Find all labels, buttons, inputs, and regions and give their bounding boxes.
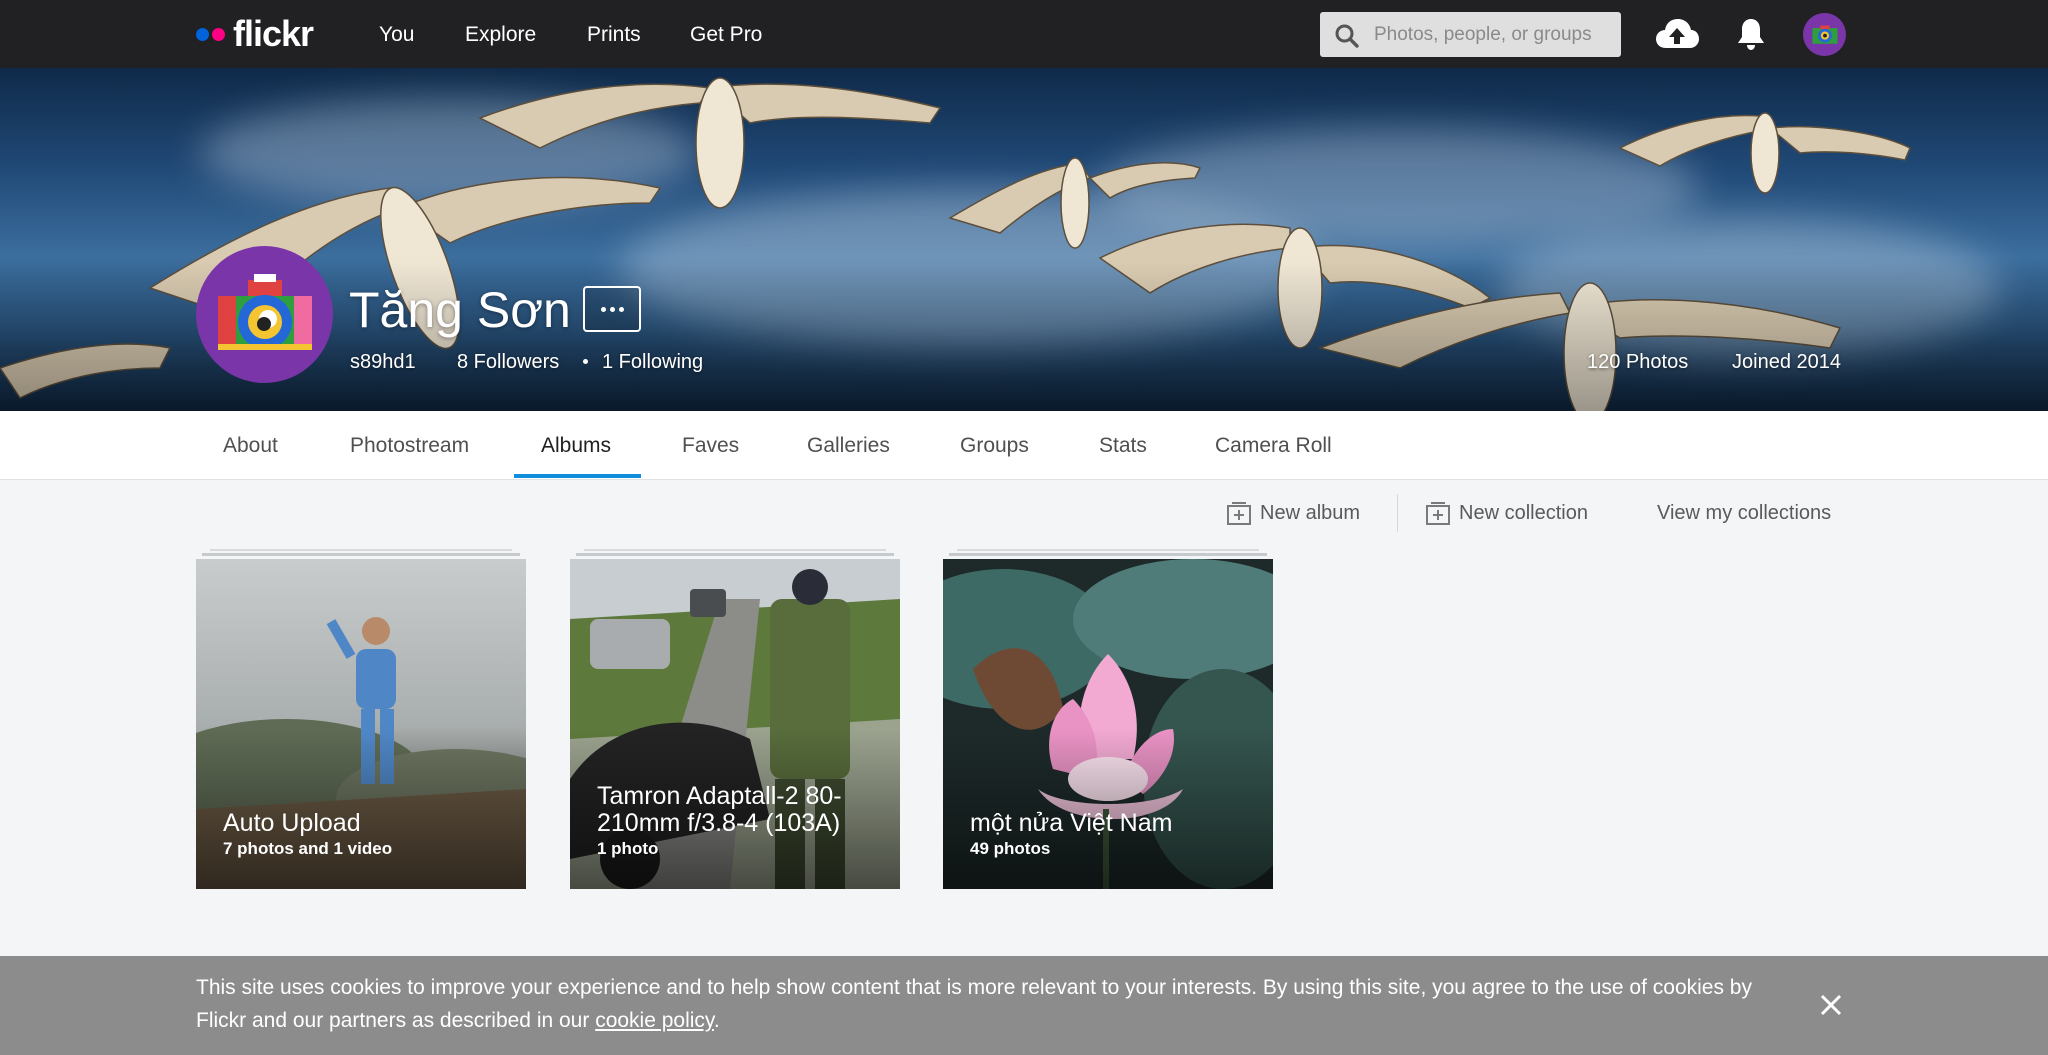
- cookie-message: This site uses cookies to improve your e…: [196, 976, 1752, 1032]
- following-link[interactable]: 1 Following: [602, 350, 703, 374]
- new-collection-label: New collection: [1459, 502, 1588, 524]
- tab-photostream[interactable]: Photostream: [350, 433, 469, 459]
- profile-avatar[interactable]: [196, 246, 333, 383]
- tab-albums[interactable]: Albums: [541, 433, 611, 459]
- search-input[interactable]: [1374, 12, 1609, 57]
- notification-bell-icon[interactable]: [1736, 17, 1766, 51]
- new-album-button[interactable]: New album: [1226, 499, 1360, 527]
- logo-blue-dot: [196, 27, 209, 41]
- album-card[interactable]: một nửa Việt Nam 49 photos: [943, 549, 1273, 889]
- album-title: Auto Upload: [223, 809, 361, 837]
- album-card[interactable]: Tamron Adaptall-2 80-210mm f/3.8-4 (103A…: [570, 549, 900, 889]
- logo-pink-dot: [212, 27, 225, 41]
- camera-avatar-icon: [1812, 25, 1838, 44]
- new-collection-button[interactable]: New collection: [1425, 499, 1588, 527]
- profile-more-options-button[interactable]: [583, 286, 641, 332]
- tab-stats[interactable]: Stats: [1099, 433, 1147, 459]
- album-item-count: 49 photos: [970, 839, 1051, 858]
- tab-groups[interactable]: Groups: [960, 433, 1029, 459]
- tab-camera-roll[interactable]: Camera Roll: [1215, 433, 1332, 459]
- profile-username: s89hd1: [350, 351, 416, 373]
- album-card[interactable]: Auto Upload 7 photos and 1 video: [196, 549, 526, 889]
- camera-avatar-icon: [218, 274, 312, 350]
- upload-cloud-icon[interactable]: [1654, 16, 1700, 52]
- album-item-count: 1 photo: [597, 839, 659, 858]
- profile-tab-bar: About Photostream Albums Faves Galleries…: [0, 411, 2048, 480]
- logo-wordmark: flickr: [233, 13, 314, 54]
- search-box: [1320, 12, 1621, 57]
- tab-about[interactable]: About: [223, 433, 278, 459]
- joined-date: Joined 2014: [1732, 351, 1841, 373]
- active-tab-indicator: [514, 474, 641, 478]
- new-album-icon: [1227, 502, 1251, 525]
- tab-faves[interactable]: Faves: [682, 433, 739, 459]
- cookie-consent-banner: This site uses cookies to improve your e…: [0, 956, 2048, 1055]
- flickr-logo[interactable]: flickr: [196, 13, 314, 54]
- nav-link-prints[interactable]: Prints: [587, 22, 641, 48]
- album-title: Tamron Adaptall-2 80-210mm f/3.8-4 (103A…: [597, 782, 842, 837]
- photo-count: 120 Photos: [1587, 351, 1689, 373]
- top-navigation-bar: flickr You Explore Prints Get Pro: [0, 0, 2048, 68]
- nav-link-get-pro[interactable]: Get Pro: [690, 22, 762, 48]
- close-icon[interactable]: [1816, 990, 1846, 1020]
- album-item-count: 7 photos and 1 video: [223, 839, 393, 858]
- album-title: một nửa Việt Nam: [970, 809, 1173, 837]
- nav-link-explore[interactable]: Explore: [465, 22, 536, 48]
- followers-link[interactable]: 8 Followers: [457, 350, 559, 374]
- nav-link-you[interactable]: You: [379, 22, 414, 48]
- cookie-policy-link[interactable]: cookie policy: [595, 1009, 714, 1032]
- new-collection-icon: [1426, 502, 1450, 525]
- account-avatar[interactable]: [1803, 13, 1846, 56]
- new-album-label: New album: [1260, 502, 1361, 524]
- tab-galleries[interactable]: Galleries: [807, 433, 890, 459]
- separator-dot: [583, 359, 588, 364]
- ellipsis-icon: [600, 306, 606, 312]
- view-my-collections-link[interactable]: View my collections: [1657, 499, 1831, 527]
- actions-divider: [1397, 494, 1398, 532]
- search-icon[interactable]: [1334, 23, 1360, 49]
- profile-display-name: Tăng Sơn: [349, 282, 571, 338]
